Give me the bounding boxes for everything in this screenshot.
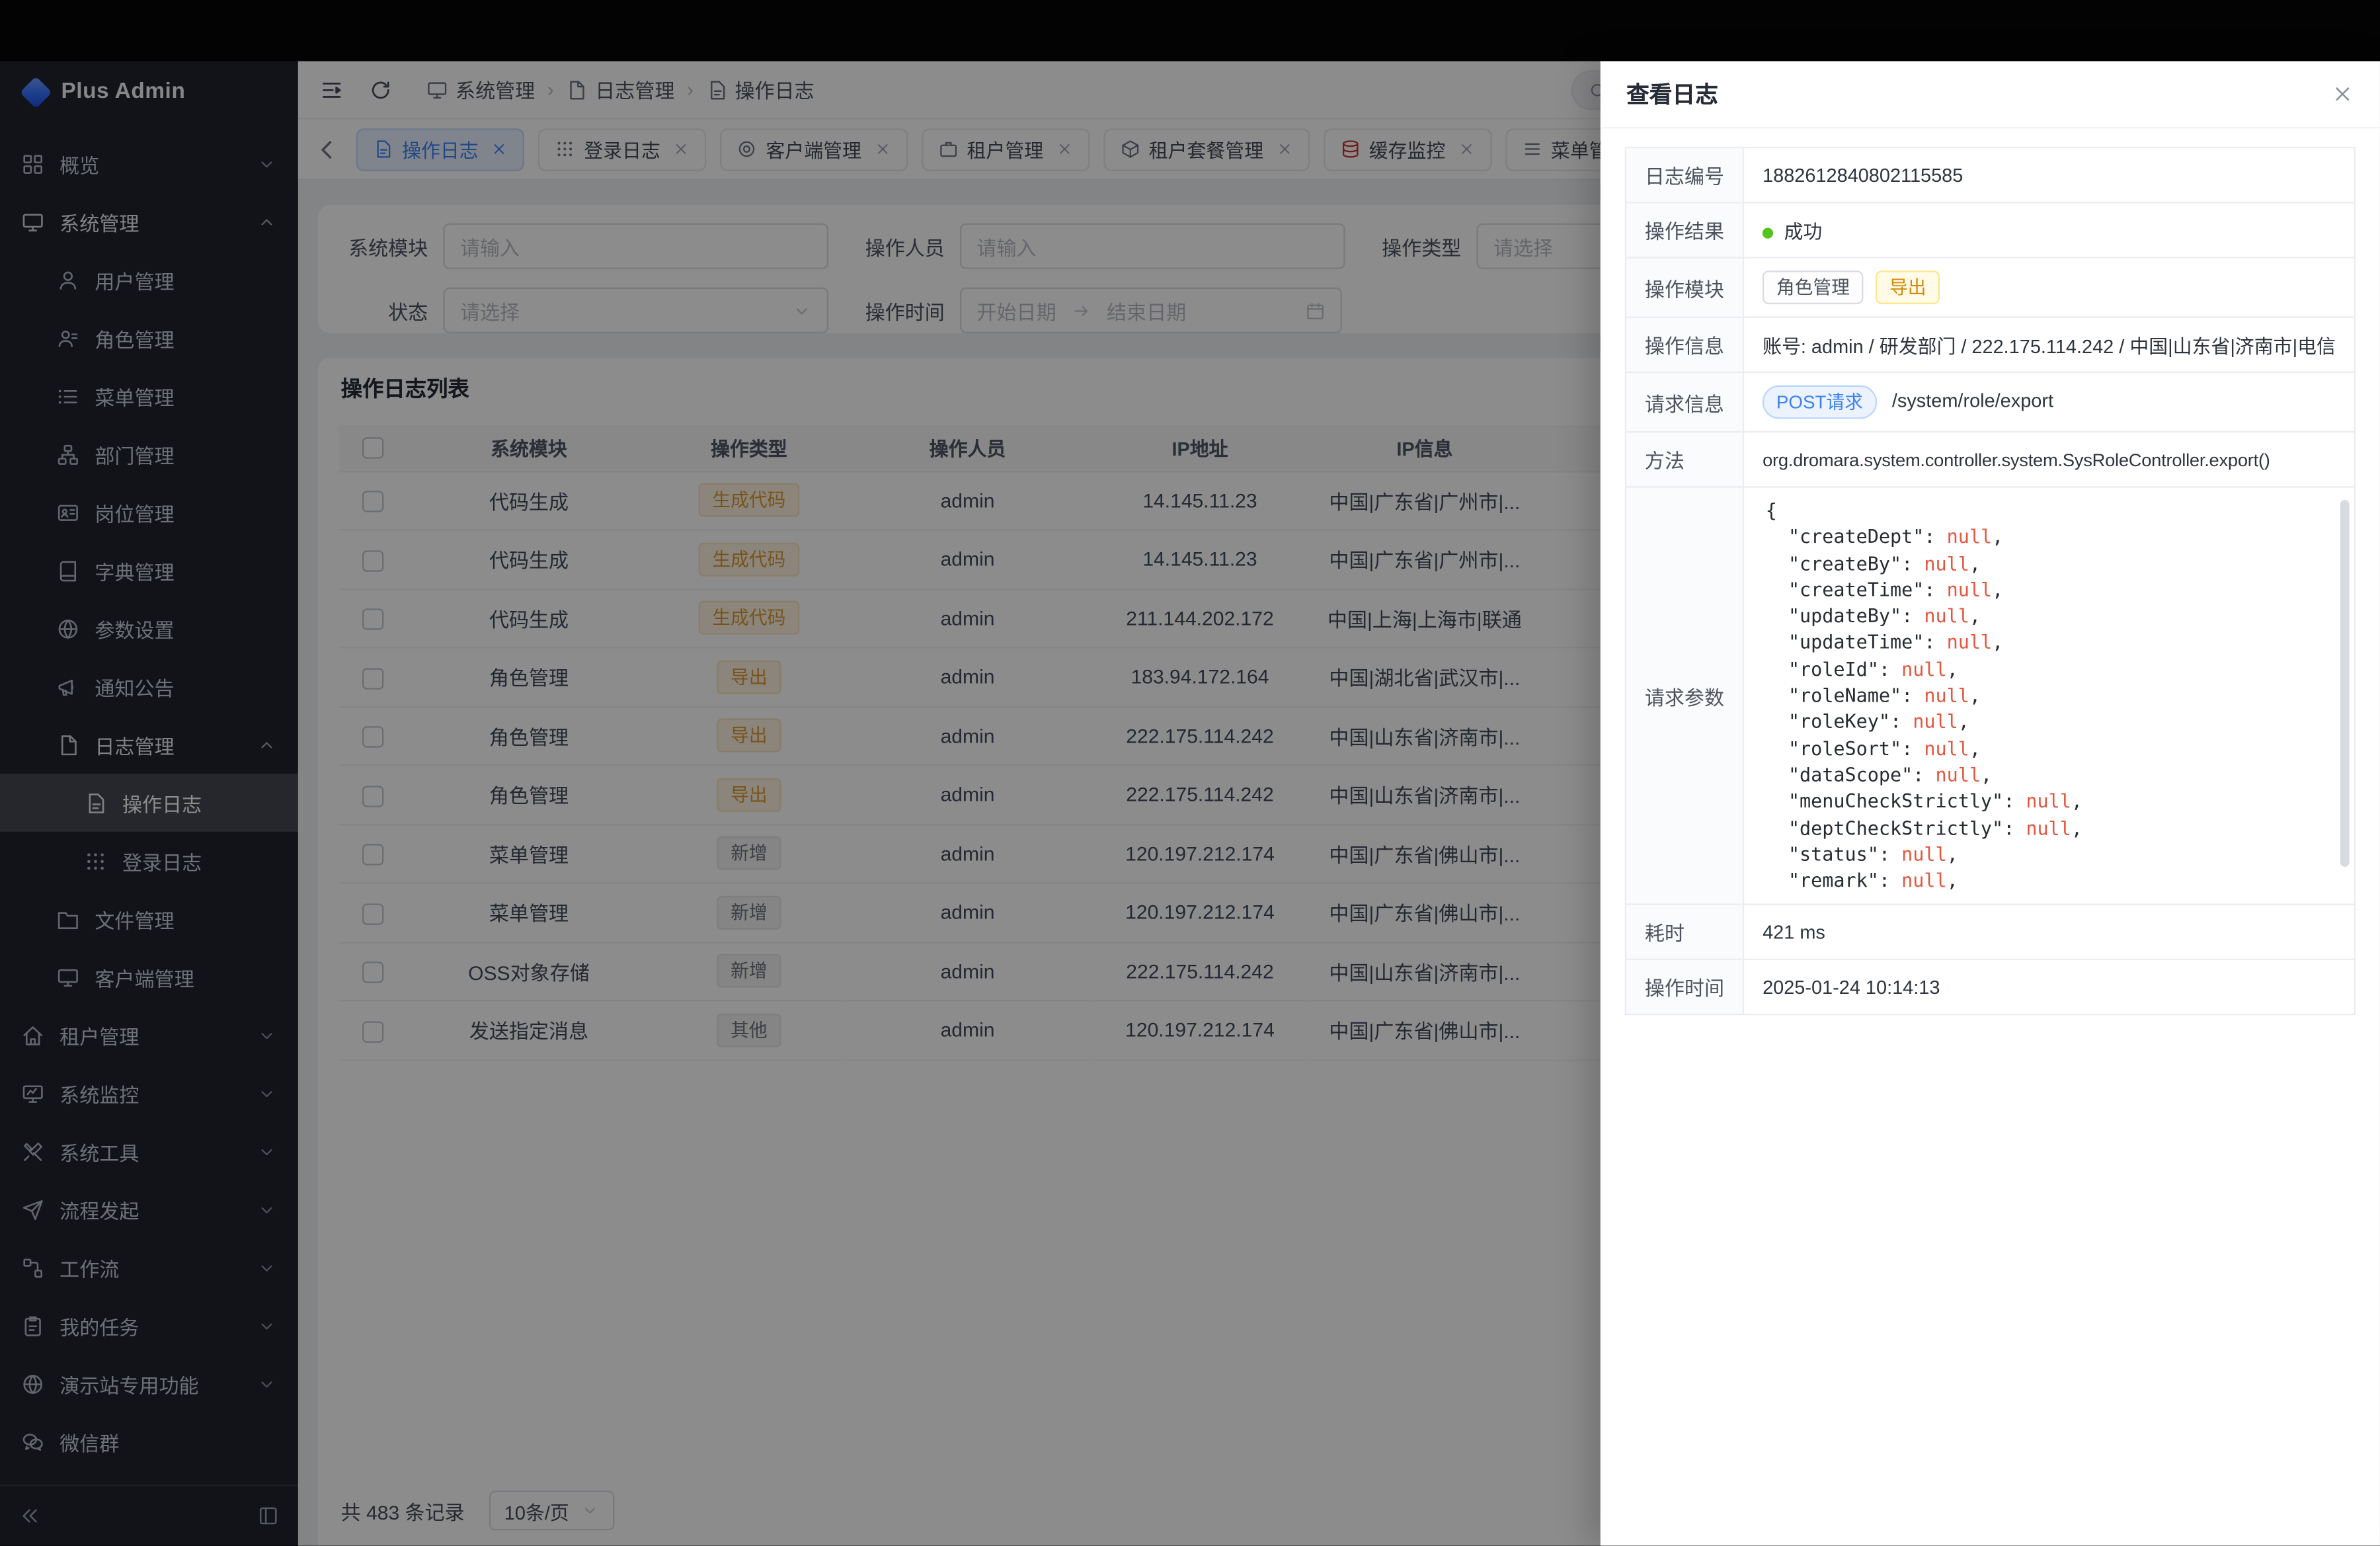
request-params-cell: { "createDept": null, "createBy": null, … (1743, 487, 2355, 904)
field-label: 请求参数 (1626, 487, 1743, 904)
request-info-value: POST请求/system/role/export (1743, 372, 2355, 432)
drawer-title: 查看日志 (1626, 78, 1718, 110)
module-tags: 角色管理导出 (1743, 258, 2355, 317)
field-label: 操作模块 (1626, 258, 1743, 317)
json-line: "roleId": null, (1766, 657, 2333, 684)
json-line: "dataScope": null, (1766, 763, 2333, 790)
module-tag: 角色管理 (1763, 270, 1864, 304)
field-label: 方法 (1626, 432, 1743, 487)
duration-value: 421 ms (1743, 905, 2355, 959)
drawer-header: 查看日志 (1601, 61, 2380, 128)
row-duration: 耗时 421 ms (1626, 905, 2355, 959)
json-line: "updateTime": null, (1766, 631, 2333, 657)
screen: Plus Admin 概览系统管理用户管理角色管理菜单管理部门管理岗位管理字典管… (0, 0, 2380, 1546)
row-module: 操作模块 角色管理导出 (1626, 258, 2355, 317)
request-params-json[interactable]: { "createDept": null, "createBy": null, … (1744, 488, 2354, 904)
close-icon[interactable] (2331, 83, 2354, 106)
export-tag: 导出 (1876, 270, 1940, 304)
field-label: 日志编号 (1626, 147, 1743, 202)
field-label: 操作信息 (1626, 317, 1743, 372)
field-label: 耗时 (1626, 905, 1743, 959)
json-line: "remark": null, (1766, 869, 2333, 895)
result-value: 成功 (1743, 202, 2355, 257)
operation-info-value: 账号: admin / 研发部门 / 222.175.114.242 / 中国|… (1743, 317, 2355, 372)
json-line: "updateBy": null, (1766, 604, 2333, 631)
row-method: 方法 org.dromara.system.controller.system.… (1626, 432, 2355, 487)
operation-time-value: 2025-01-24 10:14:13 (1743, 959, 2355, 1014)
log-id-value: 1882612840802115585 (1743, 147, 2355, 202)
json-line: { (1766, 499, 2333, 525)
field-label: 操作时间 (1626, 959, 1743, 1014)
json-line: "createTime": null, (1766, 578, 2333, 604)
json-line: "roleKey": null, (1766, 710, 2333, 737)
json-line: "createBy": null, (1766, 551, 2333, 578)
field-label: 操作结果 (1626, 202, 1743, 257)
json-line: "menuCheckStrictly": null, (1766, 790, 2333, 816)
request-url: /system/role/export (1892, 390, 2053, 411)
row-result: 操作结果 成功 (1626, 202, 2355, 257)
method-value: org.dromara.system.controller.system.Sys… (1743, 432, 2355, 487)
json-line: "deptCheckStrictly": null, (1766, 816, 2333, 842)
row-params: 请求参数 { "createDept": null, "createBy": n… (1626, 487, 2355, 904)
field-label: 请求信息 (1626, 372, 1743, 432)
json-line: "createDept": null, (1766, 525, 2333, 551)
row-log-id: 日志编号 1882612840802115585 (1626, 147, 2355, 202)
view-log-drawer: 查看日志 日志编号 1882612840802115585 操作结果 成功 操作… (1601, 61, 2380, 1545)
json-line: "status": null, (1766, 842, 2333, 869)
json-line: "roleSort": null, (1766, 737, 2333, 763)
code-scrollbar[interactable] (2340, 500, 2350, 867)
success-dot-icon (1763, 228, 1773, 239)
post-method-tag: POST请求 (1763, 386, 1877, 419)
row-request: 请求信息 POST请求/system/role/export (1626, 372, 2355, 432)
row-time: 操作时间 2025-01-24 10:14:13 (1626, 959, 2355, 1014)
log-detail: 日志编号 1882612840802115585 操作结果 成功 操作模块 角色… (1625, 147, 2356, 1015)
row-info: 操作信息 账号: admin / 研发部门 / 222.175.114.242 … (1626, 317, 2355, 372)
json-line: "roleName": null, (1766, 684, 2333, 710)
